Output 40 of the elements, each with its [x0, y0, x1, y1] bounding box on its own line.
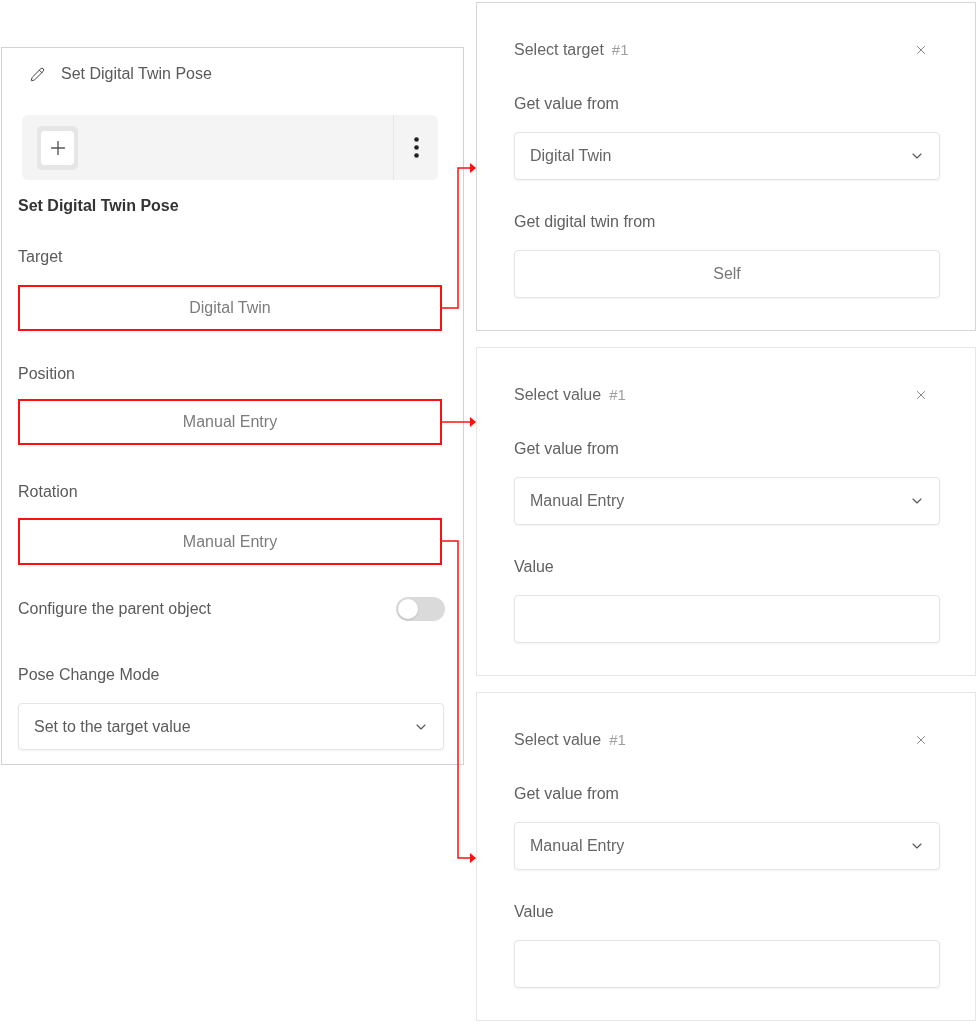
connector-arrow [441, 417, 476, 427]
source-dropdown[interactable]: Manual Entry [514, 822, 940, 870]
index-label: #1 [609, 385, 626, 405]
field-label: Pose Change Mode [18, 665, 160, 685]
field-label: Position [18, 364, 75, 384]
mode-dropdown[interactable]: Set to the target value [18, 703, 444, 750]
panel-title: Select value [514, 385, 602, 405]
close-button[interactable] [914, 43, 928, 57]
field-label: Get digital twin from [514, 212, 656, 232]
field-label: Value [514, 902, 554, 922]
panel-title: Select target [514, 40, 604, 60]
section-title: Set Digital Twin Pose [18, 196, 179, 216]
source-dropdown[interactable]: Digital Twin [514, 132, 940, 180]
toggle-switch[interactable] [396, 597, 445, 621]
pencil-icon [30, 66, 45, 82]
add-button[interactable] [37, 125, 78, 170]
value-selector[interactable]: Digital Twin [18, 285, 442, 331]
field-label: Get value from [514, 439, 619, 459]
index-label: #1 [609, 730, 626, 750]
value-input[interactable] [514, 940, 940, 988]
field-label: Rotation [18, 482, 78, 502]
twin-source-selector[interactable]: Self [514, 250, 940, 298]
close-icon [914, 733, 928, 747]
panel-title: Select value [514, 730, 602, 750]
close-button[interactable] [914, 388, 928, 402]
more-icon [413, 137, 419, 158]
value-selector[interactable]: Manual Entry [18, 399, 442, 445]
index-label: #1 [611, 40, 629, 60]
source-dropdown[interactable]: Manual Entry [514, 477, 940, 525]
close-button[interactable] [914, 733, 928, 747]
field-label: Value [514, 557, 554, 577]
close-icon [914, 43, 928, 57]
panel-title: Set Digital Twin Pose [61, 64, 212, 84]
field-label: Target [18, 247, 63, 267]
value-input[interactable] [514, 595, 940, 643]
field-label: Get value from [514, 784, 619, 804]
toggle-label: Configure the parent object [18, 599, 211, 619]
value-selector[interactable]: Manual Entry [18, 518, 442, 565]
close-icon [914, 388, 928, 402]
field-label: Get value from [514, 94, 619, 114]
